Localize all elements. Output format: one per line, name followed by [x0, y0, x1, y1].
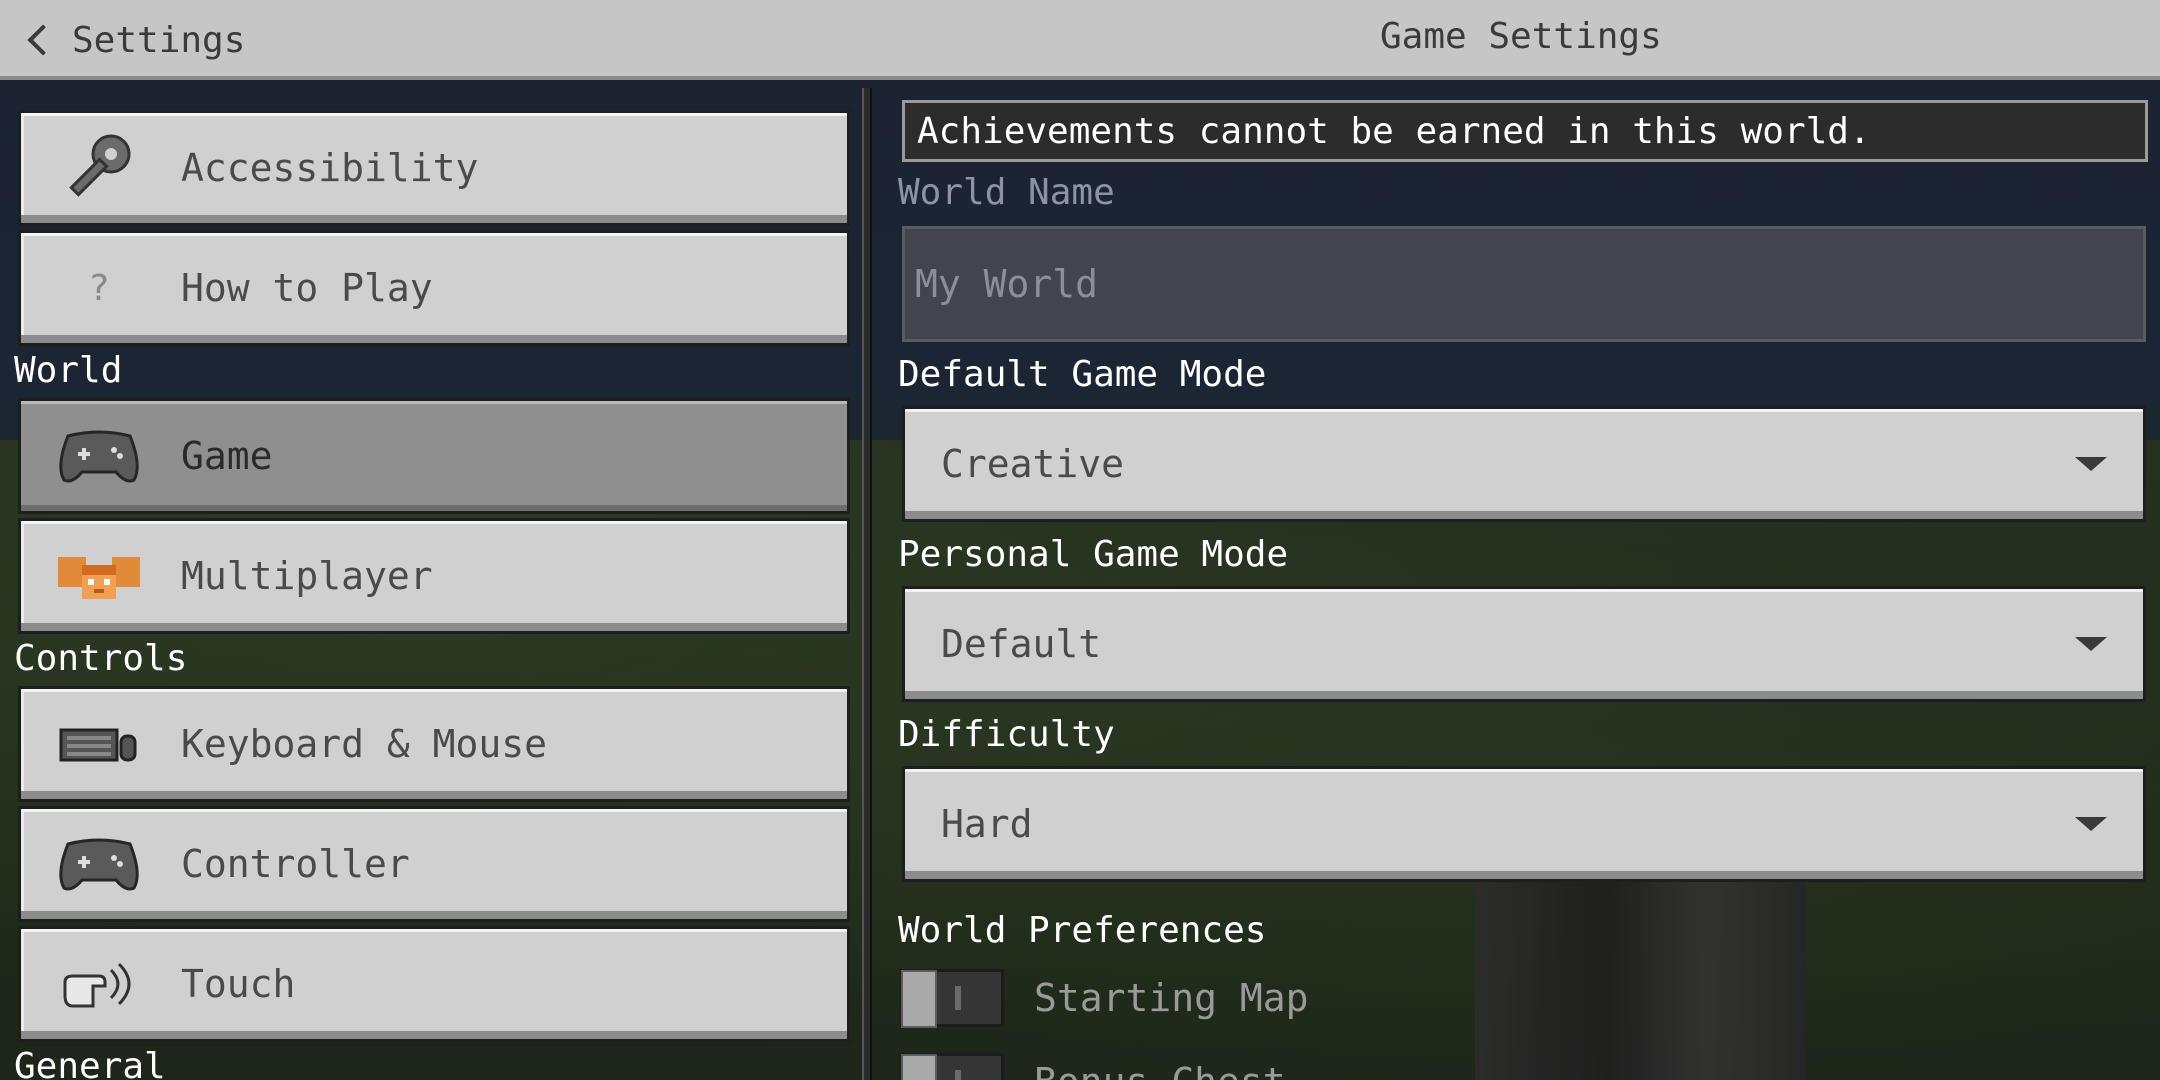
keyboard-mouse-icon	[49, 704, 149, 784]
toggle-knob	[901, 970, 937, 1028]
dropdown-value: Creative	[941, 442, 1125, 486]
sidebar-item-accessibility[interactable]: Accessibility	[18, 110, 850, 226]
chevron-down-icon	[2075, 817, 2107, 831]
sidebar-item-label: Multiplayer	[181, 554, 433, 598]
dropdown-value: Hard	[941, 802, 1033, 846]
section-label-general: General	[14, 1046, 166, 1080]
sidebar-item-touch[interactable]: Touch	[18, 926, 850, 1042]
bonus-chest-toggle[interactable]	[900, 1053, 1004, 1080]
achievements-warning-banner: Achievements cannot be earned in this wo…	[902, 100, 2148, 162]
key-icon	[49, 128, 149, 208]
world-preferences-label: World Preferences	[898, 910, 1267, 951]
toggle-knob	[901, 1054, 937, 1080]
bonus-chest-row: Bonus Chest	[900, 1052, 1286, 1080]
difficulty-dropdown[interactable]: Hard	[902, 766, 2146, 882]
settings-sidebar: Accessibility ? How to Play World Game M…	[0, 88, 862, 1080]
section-label-controls: Controls	[14, 638, 188, 679]
controller-icon	[49, 824, 149, 904]
default-game-mode-label: Default Game Mode	[898, 354, 1267, 395]
sidebar-item-keyboard-mouse[interactable]: Keyboard & Mouse	[18, 686, 850, 802]
starting-map-toggle[interactable]	[900, 969, 1004, 1028]
starting-map-row: Starting Map	[900, 968, 1309, 1028]
bonus-chest-label: Bonus Chest	[1034, 1060, 1286, 1080]
sidebar-item-label: Controller	[181, 842, 410, 886]
page-title: Game Settings	[1380, 16, 1662, 57]
sidebar-item-label: Touch	[181, 962, 296, 1006]
controller-icon	[49, 416, 149, 496]
touch-hand-icon	[49, 944, 149, 1024]
sidebar-item-label: Game	[181, 434, 273, 478]
sidebar-scrollbar[interactable]	[862, 88, 872, 1080]
sidebar-item-label: Keyboard & Mouse	[181, 722, 548, 766]
players-icon	[49, 536, 149, 616]
back-button[interactable]: Settings	[24, 14, 245, 66]
question-icon: ?	[88, 267, 110, 309]
chevron-left-icon	[27, 24, 59, 56]
sidebar-item-game[interactable]: Game	[18, 398, 850, 514]
chevron-down-icon	[2075, 637, 2107, 651]
sidebar-item-controller[interactable]: Controller	[18, 806, 850, 922]
game-settings-panel: Achievements cannot be earned in this wo…	[880, 88, 2160, 1080]
section-label-world: World	[14, 350, 123, 391]
chevron-down-icon	[2075, 457, 2107, 471]
sidebar-item-multiplayer[interactable]: Multiplayer	[18, 518, 850, 634]
world-name-label: World Name	[898, 172, 1115, 213]
personal-game-mode-label: Personal Game Mode	[898, 534, 1289, 575]
default-game-mode-dropdown[interactable]: Creative	[902, 406, 2146, 522]
toggle-off-mark	[955, 986, 961, 1010]
header-bar: Settings Game Settings	[0, 0, 2160, 80]
sidebar-item-label: How to Play	[181, 266, 433, 310]
starting-map-label: Starting Map	[1034, 976, 1309, 1020]
personal-game-mode-dropdown[interactable]: Default	[902, 586, 2146, 702]
back-label: Settings	[72, 19, 246, 61]
sidebar-item-label: Accessibility	[181, 146, 479, 190]
difficulty-label: Difficulty	[898, 714, 1115, 755]
world-name-input[interactable]: My World	[902, 226, 2146, 342]
toggle-off-mark	[955, 1070, 961, 1080]
sidebar-item-how-to-play[interactable]: ? How to Play	[18, 230, 850, 346]
dropdown-value: Default	[941, 622, 1102, 666]
